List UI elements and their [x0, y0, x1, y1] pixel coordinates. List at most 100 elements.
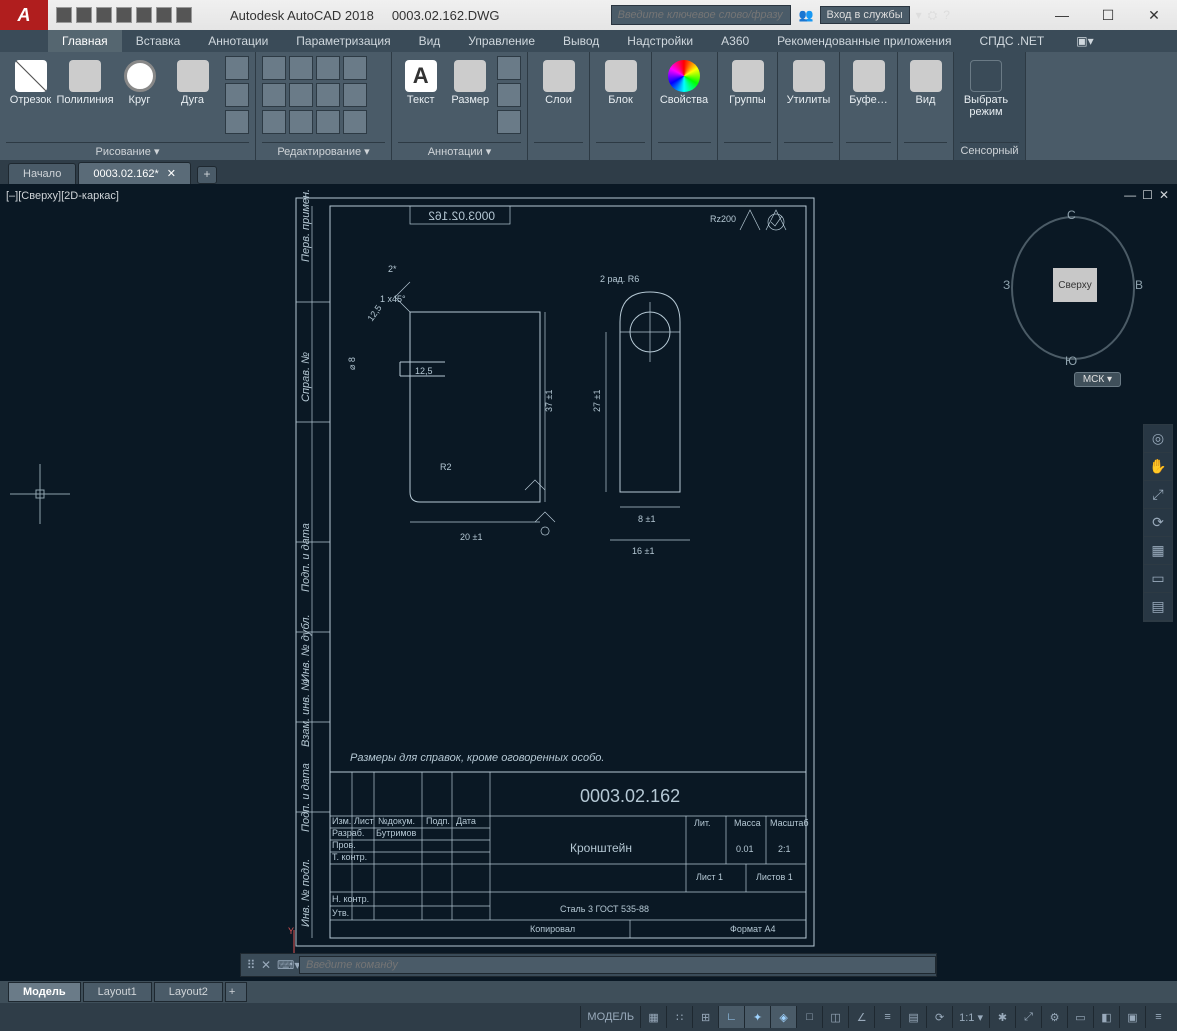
command-input[interactable]: [299, 956, 936, 974]
tab-insert[interactable]: Вставка: [122, 30, 195, 52]
tab-parametric[interactable]: Параметризация: [282, 30, 404, 52]
filetab-open[interactable]: 0003.02.162*✕: [78, 162, 191, 184]
wcs-dropdown[interactable]: МСК ▾: [1074, 372, 1121, 387]
qat-redo-icon[interactable]: [176, 7, 192, 23]
vp-close-icon[interactable]: ✕: [1159, 188, 1169, 202]
tab-add-layout[interactable]: +: [225, 982, 247, 1002]
qat-open-icon[interactable]: [76, 7, 92, 23]
status-otrack-icon[interactable]: ∠: [848, 1006, 874, 1028]
properties-button[interactable]: Свойства: [658, 56, 710, 106]
maximize-button[interactable]: ☐: [1085, 0, 1131, 30]
array-icon[interactable]: [316, 110, 340, 134]
leader-icon[interactable]: [497, 56, 521, 80]
help-icon[interactable]: ?: [943, 8, 950, 22]
mirror-icon[interactable]: [289, 83, 313, 107]
tab-layout2[interactable]: Layout2: [154, 982, 223, 1002]
tab-spds[interactable]: СПДС .NET: [966, 30, 1059, 52]
cmd-handle-icon[interactable]: ⠿: [241, 958, 261, 972]
cmd-close-icon[interactable]: ✕: [261, 958, 277, 972]
qat-new-icon[interactable]: [56, 7, 72, 23]
explode-icon[interactable]: [343, 83, 367, 107]
status-annomon-icon[interactable]: ✱: [989, 1006, 1015, 1028]
status-infer-icon[interactable]: ⊞: [692, 1006, 718, 1028]
status-custom-icon[interactable]: ≡: [1145, 1006, 1171, 1028]
copy-icon[interactable]: [262, 83, 286, 107]
status-scale[interactable]: 1:1 ▾: [952, 1006, 989, 1028]
drawing-canvas[interactable]: [–][Сверху][2D-каркас] — ☐ ✕ Сверху С Ю …: [0, 184, 1177, 981]
fillet-icon[interactable]: [316, 83, 340, 107]
draw-extra-icon[interactable]: [225, 110, 249, 134]
tab-output[interactable]: Вывод: [549, 30, 613, 52]
polyline-button[interactable]: Полилиния: [59, 56, 111, 106]
nav-orbit-icon[interactable]: ⟳: [1144, 509, 1172, 537]
clipboard-button[interactable]: Буфе…: [846, 56, 891, 106]
erase-icon[interactable]: [343, 56, 367, 80]
status-transp-icon[interactable]: ▤: [900, 1006, 926, 1028]
status-polar-icon[interactable]: ✦: [744, 1006, 770, 1028]
status-isoplane-icon[interactable]: ◈: [770, 1006, 796, 1028]
filetab-close-icon[interactable]: ✕: [167, 167, 176, 180]
draw-extra-icon[interactable]: [225, 56, 249, 80]
viewcube[interactable]: Сверху С Ю В З: [1003, 208, 1143, 368]
nav-extra2-icon[interactable]: ▤: [1144, 593, 1172, 621]
status-snap-icon[interactable]: ∷: [666, 1006, 692, 1028]
panel-draw-title[interactable]: Рисование ▾: [6, 142, 249, 160]
tab-layout1[interactable]: Layout1: [83, 982, 152, 1002]
tab-dropdown-icon[interactable]: ▣▾: [1062, 30, 1107, 52]
layers-button[interactable]: Слои: [534, 56, 583, 106]
status-hw-icon[interactable]: ◧: [1093, 1006, 1119, 1028]
offset-icon[interactable]: [343, 110, 367, 134]
trim-icon[interactable]: [316, 56, 340, 80]
status-clean-icon[interactable]: ▭: [1067, 1006, 1093, 1028]
line-button[interactable]: Отрезок: [6, 56, 55, 106]
dimension-button[interactable]: Размер: [448, 56, 494, 106]
tab-view[interactable]: Вид: [405, 30, 455, 52]
qat-undo-icon[interactable]: [156, 7, 172, 23]
rotate-icon[interactable]: [289, 56, 313, 80]
utilities-button[interactable]: Утилиты: [784, 56, 833, 106]
move-icon[interactable]: [262, 56, 286, 80]
vp-max-icon[interactable]: ☐: [1142, 188, 1153, 202]
status-grid-icon[interactable]: ▦: [640, 1006, 666, 1028]
scale-icon[interactable]: [289, 110, 313, 134]
status-ortho-icon[interactable]: ∟: [718, 1006, 744, 1028]
nav-pan-icon[interactable]: ✋: [1144, 453, 1172, 481]
filetab-home[interactable]: Начало: [8, 163, 76, 184]
app-logo[interactable]: A: [0, 0, 48, 30]
arc-button[interactable]: Дуга: [168, 56, 217, 106]
tab-annotate[interactable]: Аннотации: [194, 30, 282, 52]
tab-model[interactable]: Модель: [8, 982, 81, 1002]
status-annoscale-icon[interactable]: ⤢: [1015, 1006, 1041, 1028]
status-ws-icon[interactable]: ⚙: [1041, 1006, 1067, 1028]
qat-plot-icon[interactable]: [136, 7, 152, 23]
tab-addins[interactable]: Надстройки: [613, 30, 707, 52]
qat-save-icon[interactable]: [96, 7, 112, 23]
viewcube-s[interactable]: Ю: [1065, 354, 1077, 368]
view-button[interactable]: Вид: [904, 56, 947, 106]
tab-featured[interactable]: Рекомендованные приложения: [763, 30, 965, 52]
tab-home[interactable]: Главная: [48, 30, 122, 52]
annot-extra-icon[interactable]: [497, 110, 521, 134]
status-lwt-icon[interactable]: ≡: [874, 1006, 900, 1028]
search-input[interactable]: [611, 5, 791, 25]
nav-showmotion-icon[interactable]: ▦: [1144, 537, 1172, 565]
nav-zoom-icon[interactable]: ⤢: [1144, 481, 1172, 509]
groups-button[interactable]: Группы: [724, 56, 771, 106]
cmd-recent-icon[interactable]: ⌨▾: [277, 958, 299, 972]
exchange-icon[interactable]: ⛭: [928, 8, 938, 23]
table-icon[interactable]: [497, 83, 521, 107]
status-osnap-icon[interactable]: □: [796, 1006, 822, 1028]
status-cycle-icon[interactable]: ⟳: [926, 1006, 952, 1028]
vp-min-icon[interactable]: —: [1124, 188, 1136, 202]
minimize-button[interactable]: —: [1039, 0, 1085, 30]
touch-button[interactable]: Выбрать режим: [960, 56, 1012, 118]
tab-manage[interactable]: Управление: [454, 30, 549, 52]
cart-icon[interactable]: ▾: [916, 8, 922, 22]
status-model[interactable]: МОДЕЛЬ: [580, 1006, 640, 1028]
panel-edit-title[interactable]: Редактирование ▾: [262, 142, 385, 160]
filetab-add[interactable]: +: [197, 166, 217, 184]
nav-wheel-icon[interactable]: ◎: [1144, 425, 1172, 453]
people-icon[interactable]: 👥: [799, 8, 814, 22]
text-button[interactable]: AТекст: [398, 56, 444, 106]
viewcube-w[interactable]: З: [1003, 278, 1010, 292]
